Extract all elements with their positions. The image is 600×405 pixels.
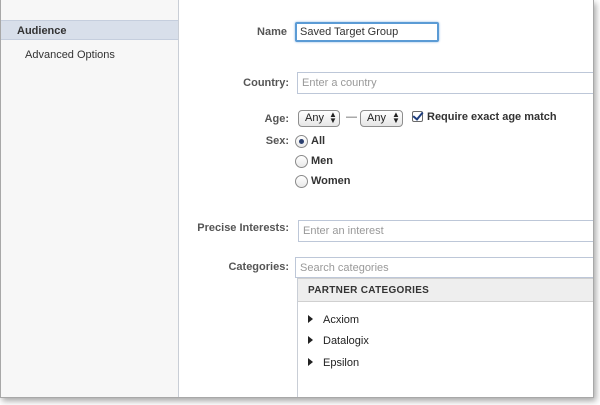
exact-age-label: Require exact age match <box>427 111 557 123</box>
precise-interests-input[interactable] <box>298 220 593 242</box>
categories-search-input[interactable] <box>295 257 593 278</box>
sex-all-radio[interactable] <box>295 135 308 148</box>
triangle-right-icon <box>308 315 313 324</box>
category-label: Acxiom <box>323 314 360 326</box>
country-input[interactable] <box>297 72 593 94</box>
age-label: Age: <box>264 113 289 125</box>
sex-label: Sex: <box>265 135 289 147</box>
triangle-right-icon <box>308 358 313 367</box>
sidebar: Audience Advanced Options <box>1 0 179 397</box>
triangle-right-icon <box>308 336 313 345</box>
age-range-dash: — <box>346 111 357 123</box>
sex-men-label: Men <box>311 155 333 167</box>
name-label: Name <box>257 26 287 38</box>
age-max-select[interactable]: Any ▲ ▼ <box>360 110 403 127</box>
partner-categories-header: PARTNER CATEGORIES <box>298 278 593 302</box>
category-label: Datalogix <box>323 335 369 347</box>
exact-age-checkbox[interactable] <box>412 111 423 122</box>
category-item-datalogix[interactable]: Datalogix <box>308 334 369 348</box>
age-max-value: Any <box>367 112 386 124</box>
sidebar-item-audience[interactable]: Audience <box>1 20 178 40</box>
sex-women-label: Women <box>311 175 351 187</box>
sex-men-radio[interactable] <box>295 155 308 168</box>
audience-settings-window: Audience Advanced Options Name Country: … <box>0 0 594 398</box>
up-down-arrows-icon: ▲ ▼ <box>329 110 337 125</box>
sidebar-item-advanced-options[interactable]: Advanced Options <box>1 45 178 65</box>
categories-panel: PARTNER CATEGORIES Acxiom Datalogix Epsi… <box>297 278 593 397</box>
categories-label: Categories: <box>228 261 289 273</box>
precise-interests-label: Precise Interests: <box>197 222 289 234</box>
category-item-epsilon[interactable]: Epsilon <box>308 356 359 370</box>
category-item-acxiom[interactable]: Acxiom <box>308 313 359 327</box>
category-label: Epsilon <box>323 357 360 369</box>
sex-all-label: All <box>311 135 326 147</box>
age-min-select[interactable]: Any ▲ ▼ <box>298 110 340 127</box>
sex-women-radio[interactable] <box>295 175 308 188</box>
name-input[interactable] <box>295 22 439 42</box>
age-min-value: Any <box>305 112 324 124</box>
up-down-arrows-icon: ▲ ▼ <box>392 110 400 125</box>
country-label: Country: <box>243 77 289 89</box>
